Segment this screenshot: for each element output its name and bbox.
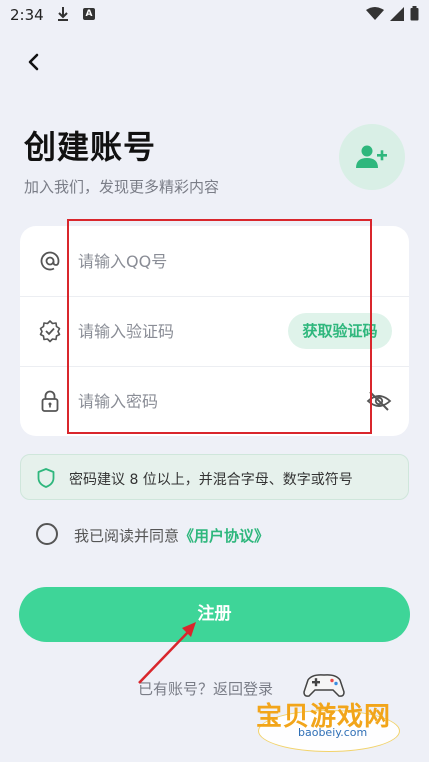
watermark-url: baobeiy.com [298,726,368,739]
annotation-arrow [138,622,196,684]
watermark-logo: 宝贝游戏网 baobeiy.com [252,668,402,753]
gamepad-icon [303,674,345,697]
